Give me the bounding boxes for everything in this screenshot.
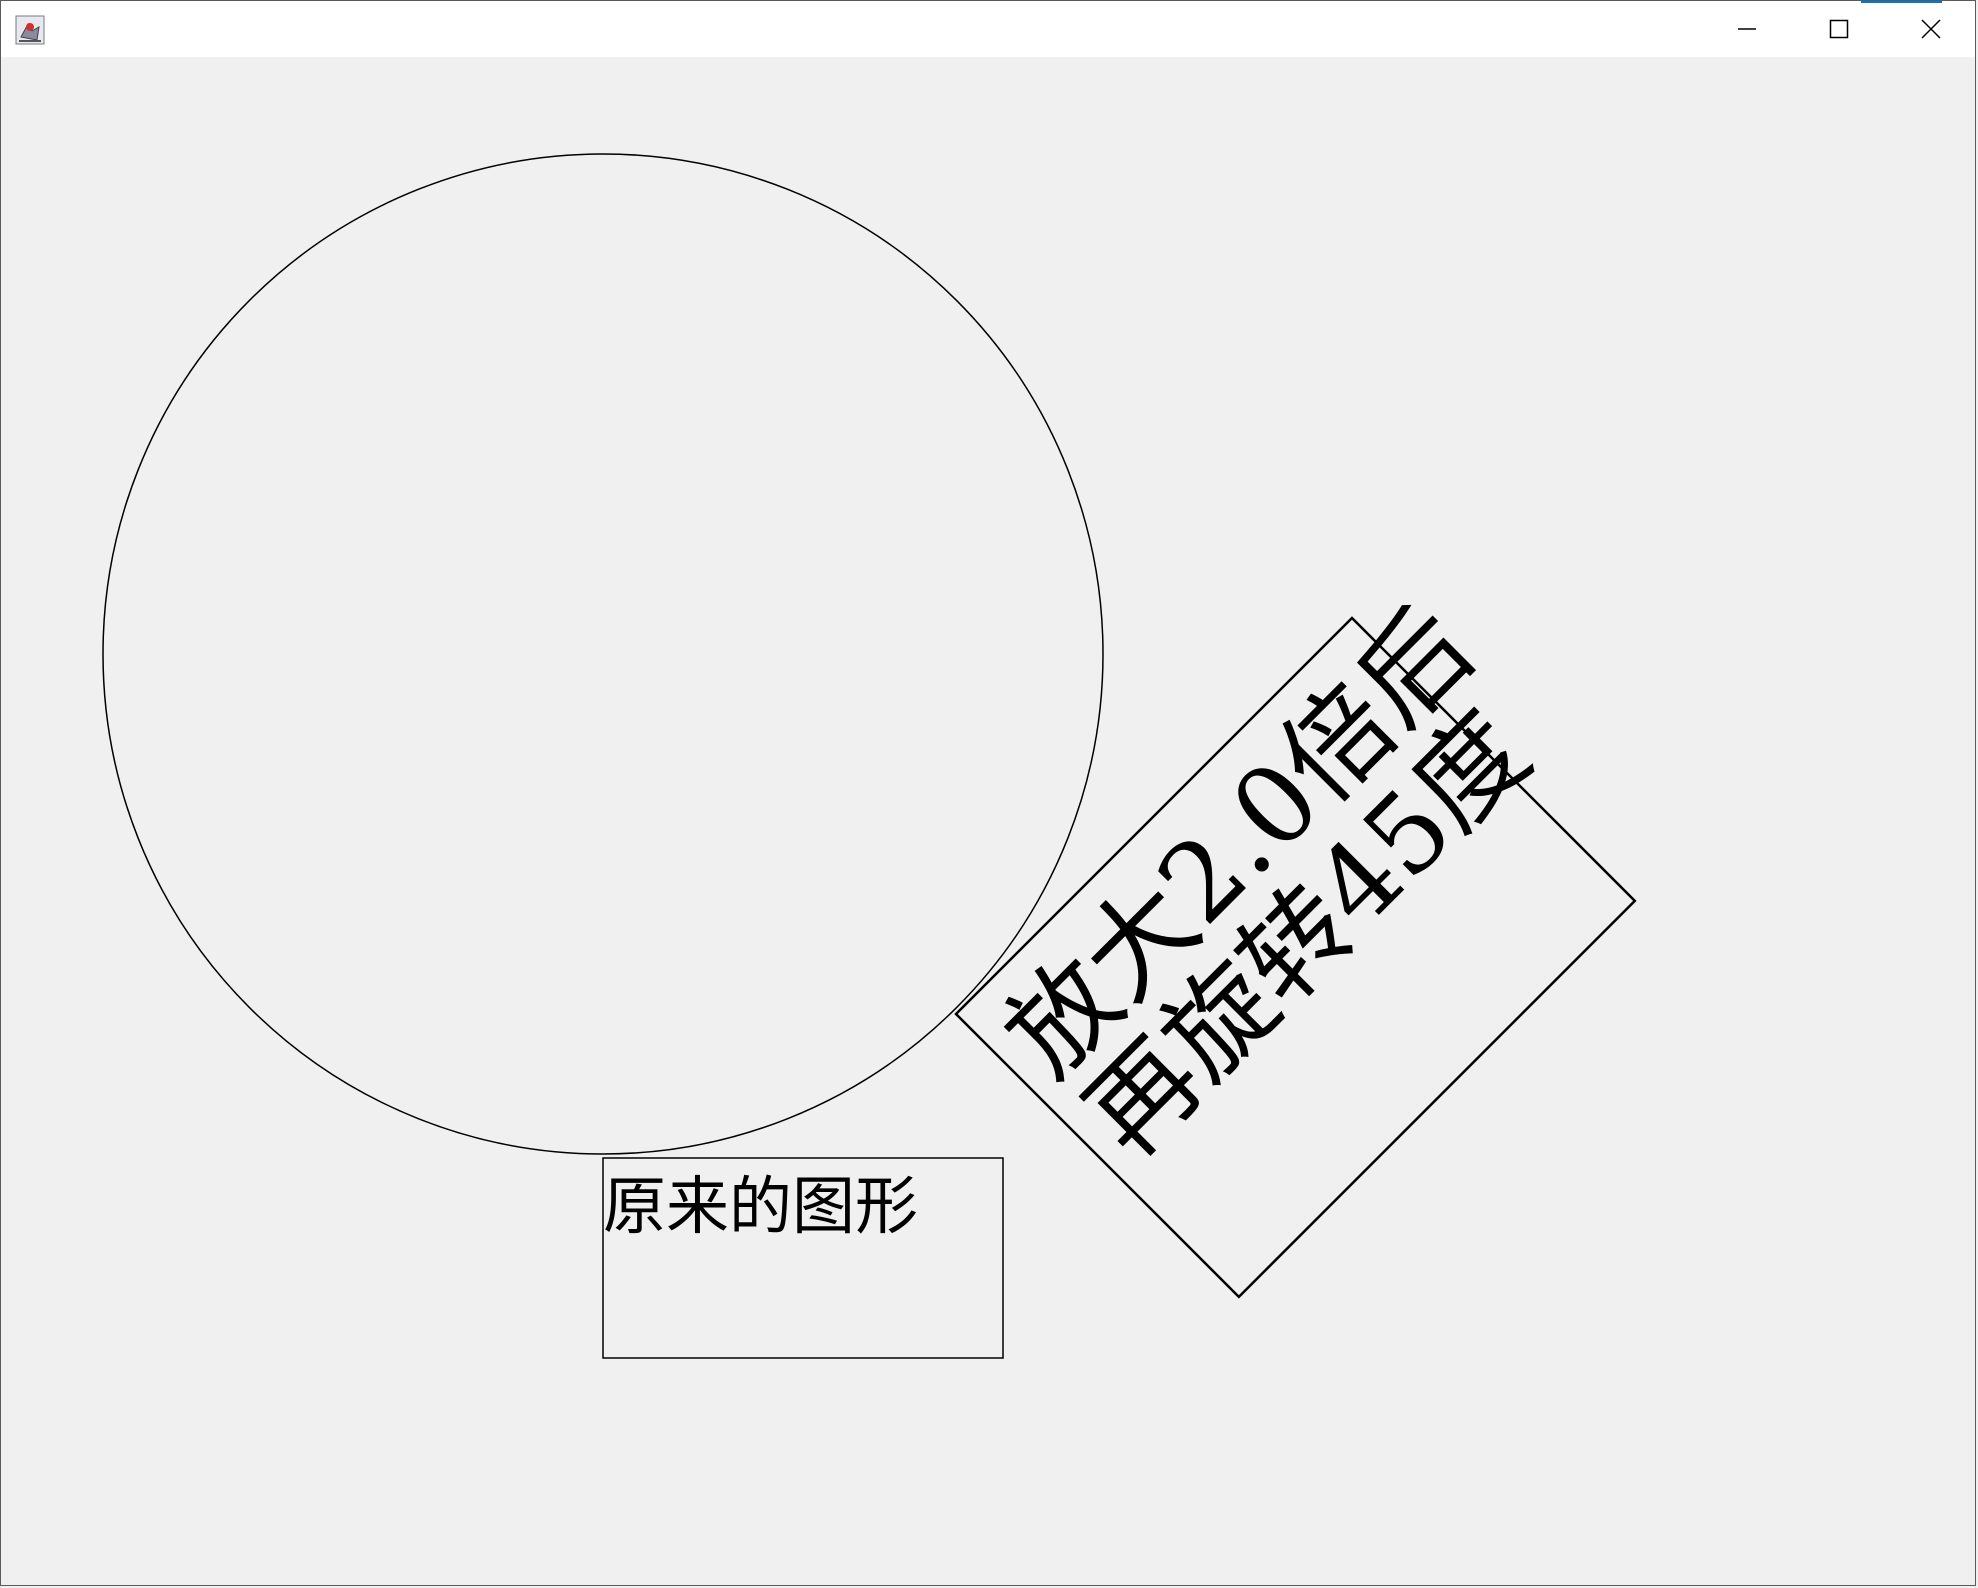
title-bar[interactable] <box>1 1 1975 57</box>
drawing-canvas: 原来的图形 放大2.0倍后 再旋转45度 <box>1 57 1975 1585</box>
close-button[interactable] <box>1885 1 1975 57</box>
minimize-button[interactable] <box>1701 1 1793 57</box>
app-window: 原来的图形 放大2.0倍后 再旋转45度 <box>0 0 1976 1586</box>
minimize-icon <box>1738 28 1756 30</box>
close-icon <box>1921 19 1941 39</box>
maximize-button[interactable] <box>1793 1 1885 57</box>
java-app-icon[interactable] <box>15 15 45 45</box>
drawn-circle <box>102 153 1104 1155</box>
maximize-icon <box>1829 19 1849 39</box>
original-label: 原来的图形 <box>603 1170 918 1243</box>
